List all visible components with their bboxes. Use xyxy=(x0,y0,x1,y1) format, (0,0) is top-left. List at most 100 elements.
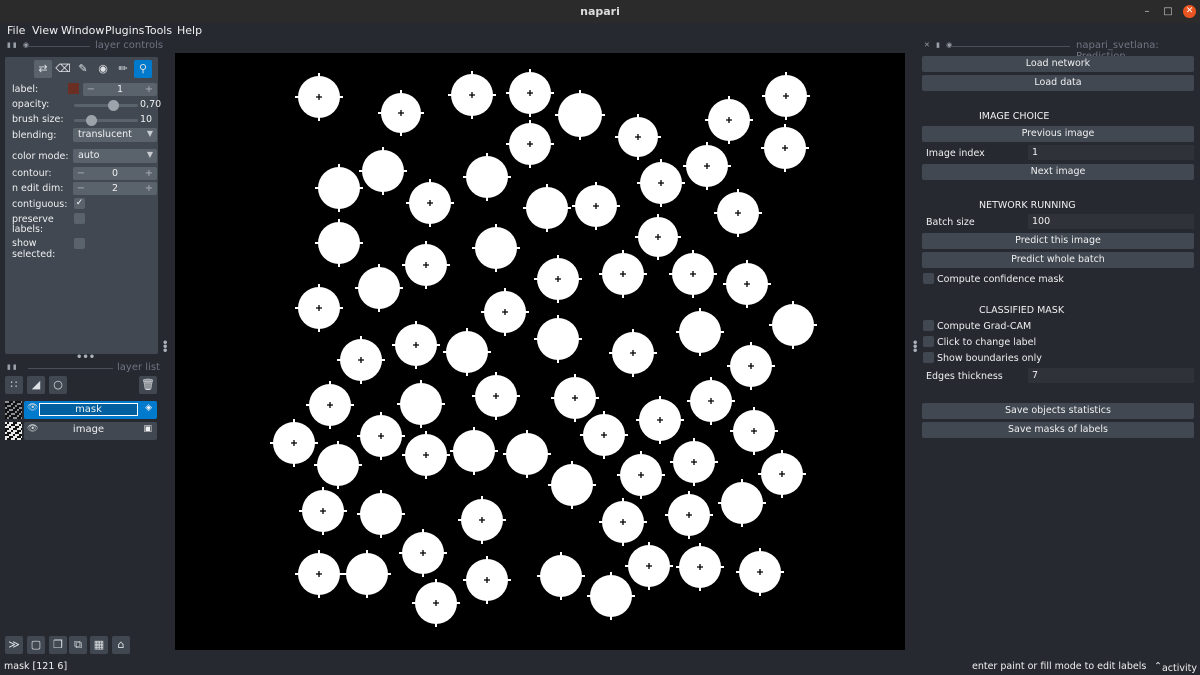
decrement-icon[interactable]: − xyxy=(85,83,97,96)
load-data-button[interactable]: Load data xyxy=(922,75,1194,91)
outline-tick xyxy=(657,256,659,260)
menu-window[interactable]: Window xyxy=(61,24,104,37)
slider-handle[interactable] xyxy=(107,100,119,111)
thumbnail-pixel xyxy=(21,411,22,413)
outline-tick xyxy=(463,176,467,178)
contour-spinbox[interactable]: − 0 + xyxy=(73,167,157,180)
color-picker-icon[interactable]: ✏ xyxy=(114,60,132,78)
layer-name[interactable]: mask xyxy=(39,403,138,416)
n-edit-dim-spinbox[interactable]: − 2 + xyxy=(73,182,157,195)
outline-tick xyxy=(635,236,639,238)
menu-tools[interactable]: Tools xyxy=(145,24,172,37)
dock-buttons-icon[interactable]: ▮▮ xyxy=(7,363,19,371)
eye-icon[interactable]: 👁 xyxy=(27,403,38,413)
menu-plugins[interactable]: Plugins xyxy=(105,24,144,37)
save-masks-of-labels-button[interactable]: Save masks of labels xyxy=(922,422,1194,438)
outline-tick xyxy=(692,250,694,254)
predict-whole-batch-button[interactable]: Predict whole batch xyxy=(922,252,1194,268)
label-object xyxy=(318,167,360,209)
fill-bucket-icon[interactable]: ◉ xyxy=(94,60,112,78)
eraser-icon[interactable]: ⌫ xyxy=(54,60,72,78)
confidence-mask-checkbox[interactable] xyxy=(923,273,934,284)
increment-icon[interactable]: + xyxy=(143,182,155,195)
delete-layer-icon[interactable]: 🗑 xyxy=(139,376,157,394)
outline-tick xyxy=(610,616,612,620)
load-network-button[interactable]: Load network xyxy=(922,56,1194,72)
layer-name[interactable]: image xyxy=(39,424,138,437)
shuffle-icon[interactable]: ⇄ xyxy=(34,60,52,78)
new-points-icon[interactable]: ∷ xyxy=(5,376,23,394)
increment-icon[interactable]: + xyxy=(143,83,155,96)
edges-thickness-field[interactable]: 7 xyxy=(1028,368,1194,383)
dock-buttons-icon[interactable]: ✕ ▮ ◉ xyxy=(924,41,954,49)
opacity-slider[interactable] xyxy=(74,100,138,111)
color-mode-select[interactable]: auto ▼ xyxy=(73,149,157,163)
batch-size-field[interactable]: 100 xyxy=(1028,214,1194,229)
maximize-icon[interactable]: □ xyxy=(1162,6,1174,18)
brush-size-slider[interactable] xyxy=(74,115,138,126)
outline-tick xyxy=(592,484,596,486)
show-selected-label-1: show xyxy=(12,238,37,249)
outline-tick xyxy=(574,374,576,378)
label-color-swatch[interactable] xyxy=(68,83,79,94)
home-icon[interactable]: ⌂ xyxy=(112,636,130,654)
increment-icon[interactable]: + xyxy=(143,167,155,180)
dock-buttons-icon[interactable]: ▮▮ ◉ xyxy=(7,41,31,49)
minimize-icon[interactable]: – xyxy=(1141,6,1153,18)
previous-image-button[interactable]: Previous image xyxy=(922,126,1194,142)
predict-this-image-button[interactable]: Predict this image xyxy=(922,233,1194,249)
blending-select[interactable]: translucent ▼ xyxy=(73,128,157,142)
outline-tick xyxy=(366,550,368,554)
new-shapes-icon[interactable]: ◢ xyxy=(27,376,45,394)
slider-handle[interactable] xyxy=(86,115,97,126)
new-labels-icon[interactable]: ○ xyxy=(49,376,67,394)
contiguous-checkbox[interactable]: ✓ xyxy=(74,198,85,209)
splitter-handle-icon[interactable]: ••• xyxy=(162,339,168,357)
outline-tick xyxy=(632,329,634,333)
outline-tick xyxy=(406,202,410,204)
console-icon[interactable]: ≫ xyxy=(5,636,23,654)
outline-tick xyxy=(557,315,559,319)
transpose-icon[interactable]: ⧉ xyxy=(69,636,87,654)
zoom-icon[interactable]: ⚲ xyxy=(134,60,152,78)
menu-view[interactable]: View xyxy=(32,24,58,37)
outline-tick xyxy=(537,575,541,577)
outline-tick xyxy=(648,542,650,546)
next-image-button[interactable]: Next image xyxy=(922,164,1194,180)
menu-file[interactable]: File xyxy=(7,24,25,37)
label-object xyxy=(453,430,495,472)
splitter-handle-icon[interactable]: ••• xyxy=(912,339,918,357)
outline-tick xyxy=(486,556,488,560)
outline-tick xyxy=(758,473,762,475)
ndisplay-icon[interactable]: ▢ xyxy=(27,636,45,654)
roll-dims-icon[interactable]: ❐ xyxy=(49,636,67,654)
outline-tick xyxy=(425,285,427,289)
label-spinbox[interactable]: − 1 + xyxy=(83,83,157,96)
layer-row-image[interactable]: 👁 image ▣ xyxy=(24,422,157,440)
thumbnail-pixel xyxy=(21,426,22,428)
outline-tick xyxy=(781,494,783,498)
splitter-handle-icon[interactable]: ••• xyxy=(76,352,95,363)
decrement-icon[interactable]: − xyxy=(75,182,87,195)
viewer-canvas[interactable] xyxy=(175,53,905,650)
save-objects-statistics-button[interactable]: Save objects statistics xyxy=(922,403,1194,419)
outline-tick xyxy=(603,411,605,415)
layer-row-mask[interactable]: 👁 mask ◈ xyxy=(24,401,157,419)
show-boundaries-checkbox[interactable] xyxy=(923,352,934,363)
activity-toggle[interactable]: ⌃ activity xyxy=(1154,661,1197,674)
show-selected-checkbox[interactable] xyxy=(74,238,85,249)
image-index-field[interactable]: 1 xyxy=(1028,145,1194,160)
eye-icon[interactable]: 👁 xyxy=(27,424,38,434)
grid-icon[interactable]: ▦ xyxy=(90,636,108,654)
thumbnail-pixel xyxy=(17,403,19,405)
click-change-label-checkbox[interactable] xyxy=(923,336,934,347)
paint-brush-icon[interactable]: ✎ xyxy=(74,60,92,78)
close-icon[interactable]: ✕ xyxy=(1183,5,1196,18)
decrement-icon[interactable]: − xyxy=(75,167,87,180)
grad-cam-checkbox[interactable] xyxy=(923,320,934,331)
outline-tick xyxy=(337,441,339,445)
outline-tick xyxy=(425,241,427,245)
label-object xyxy=(526,187,568,229)
preserve-labels-checkbox[interactable] xyxy=(74,213,85,224)
menu-help[interactable]: Help xyxy=(177,24,202,37)
